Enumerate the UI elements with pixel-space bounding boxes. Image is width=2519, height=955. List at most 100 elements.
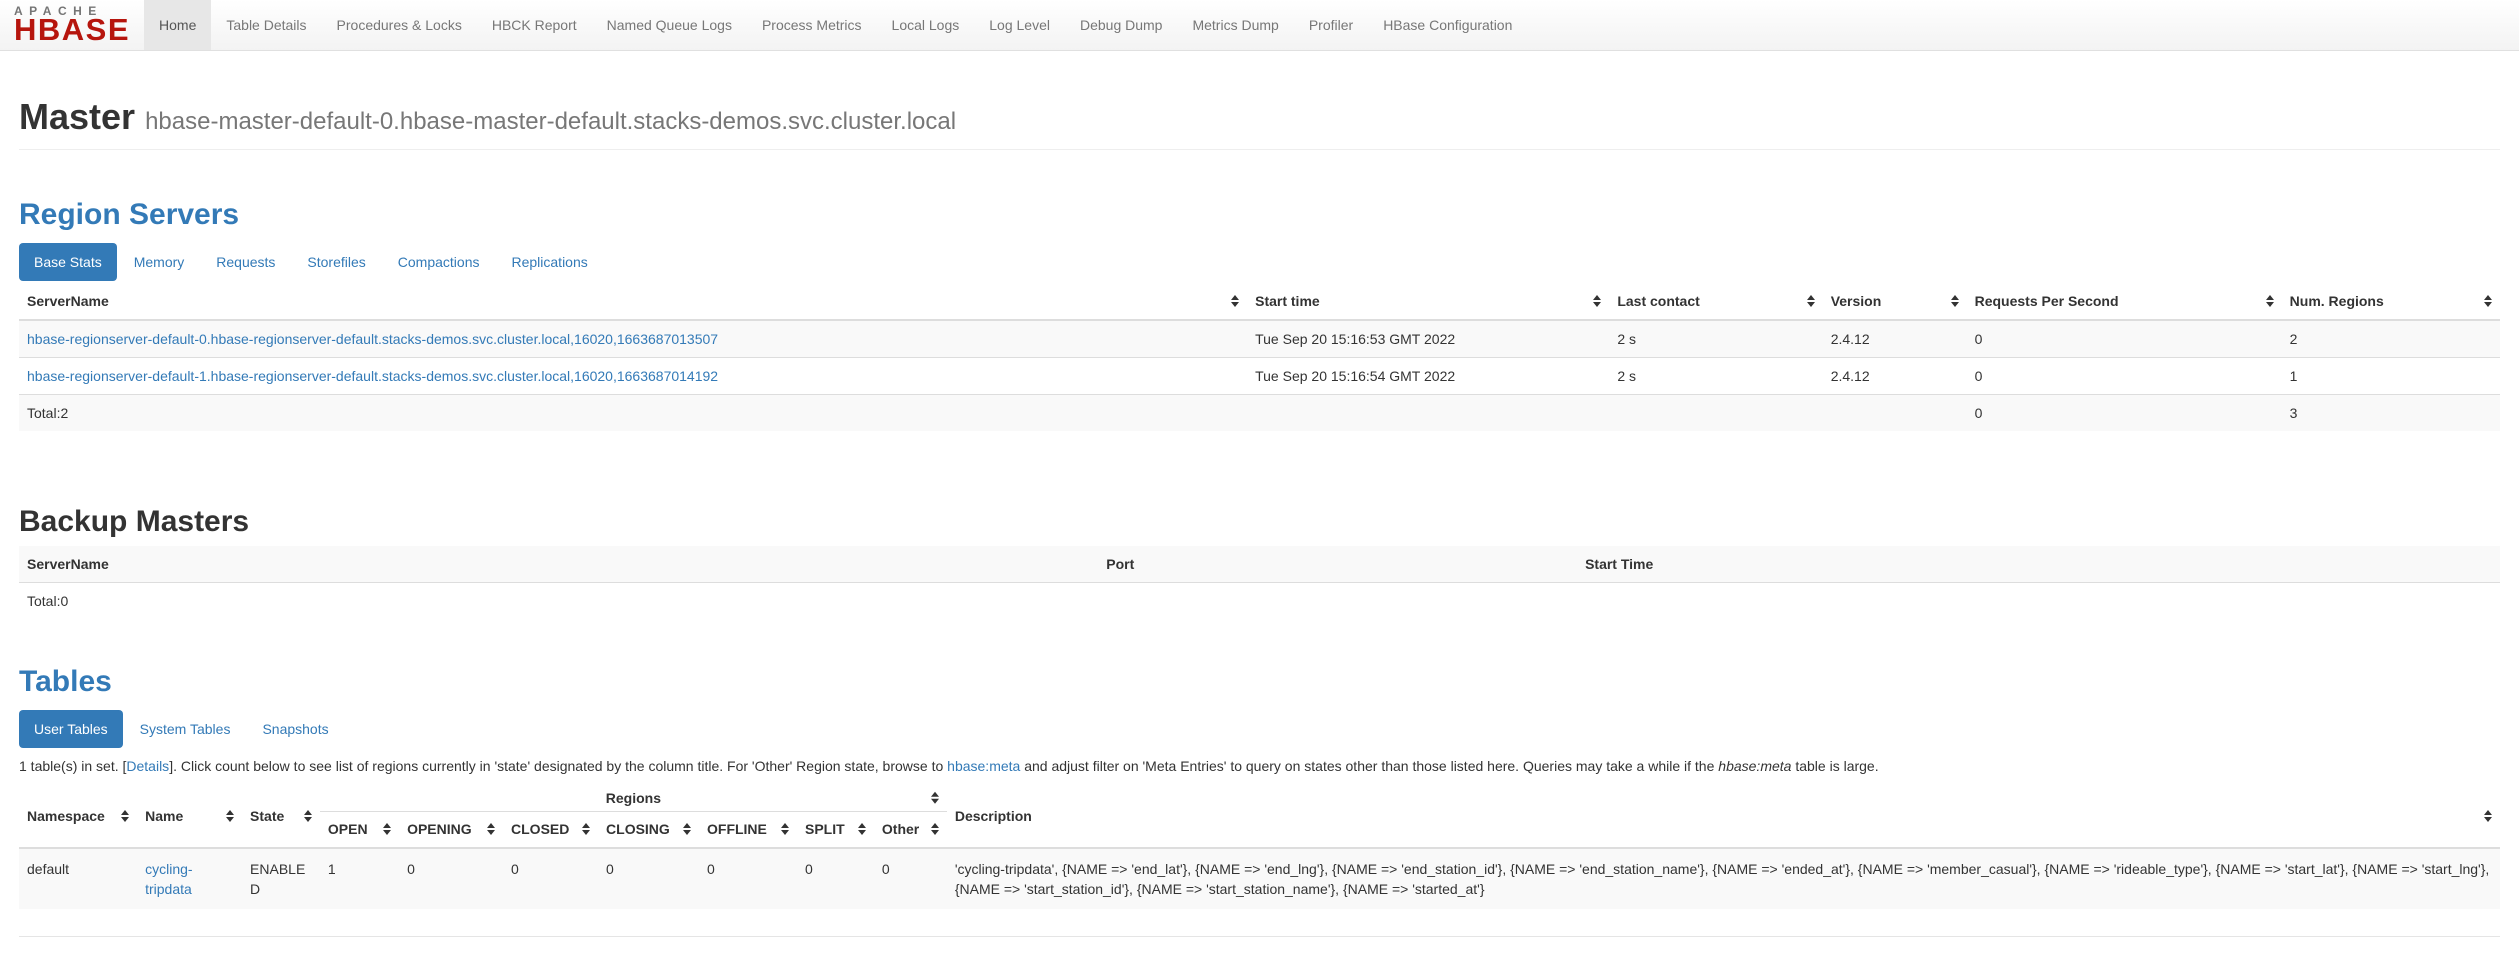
sort-icon[interactable] xyxy=(121,810,129,822)
region-count-split[interactable]: 0 xyxy=(805,861,813,877)
sort-icon[interactable] xyxy=(781,823,789,835)
tab-memory-link[interactable]: Memory xyxy=(119,243,200,281)
tab-base-stats[interactable]: Base Stats xyxy=(19,243,117,281)
nav-link-named-queue-logs[interactable]: Named Queue Logs xyxy=(592,0,747,50)
region-count-closing[interactable]: 0 xyxy=(606,861,614,877)
tab-snapshots-link[interactable]: Snapshots xyxy=(247,710,343,748)
nav-item-process-metrics[interactable]: Process Metrics xyxy=(747,0,877,50)
nav-link-process-metrics[interactable]: Process Metrics xyxy=(747,0,877,50)
col-regions-group[interactable]: Regions xyxy=(320,786,947,812)
nav-item-named-queue-logs[interactable]: Named Queue Logs xyxy=(592,0,747,50)
nav-item-home[interactable]: Home xyxy=(144,0,211,50)
sort-icon[interactable] xyxy=(2266,295,2274,307)
sort-icon[interactable] xyxy=(858,823,866,835)
col-closed[interactable]: CLOSED xyxy=(503,811,598,848)
sort-icon[interactable] xyxy=(2484,295,2492,307)
region-count-offline[interactable]: 0 xyxy=(707,861,715,877)
nav-item-profiler[interactable]: Profiler xyxy=(1294,0,1368,50)
nav-link-table-details[interactable]: Table Details xyxy=(211,0,321,50)
sort-icon[interactable] xyxy=(931,823,939,835)
col-start-time[interactable]: Start time xyxy=(1247,283,1609,320)
total-label: Total:0 xyxy=(19,582,1098,619)
nav-link-log-level[interactable]: Log Level xyxy=(974,0,1065,50)
sort-icon[interactable] xyxy=(931,792,939,804)
col-version[interactable]: Version xyxy=(1823,283,1967,320)
tab-requests-link[interactable]: Requests xyxy=(201,243,290,281)
tab-storefiles-link[interactable]: Storefiles xyxy=(292,243,380,281)
col-opening[interactable]: OPENING xyxy=(399,811,503,848)
nav-item-hbck-report[interactable]: HBCK Report xyxy=(477,0,592,50)
regionserver-link[interactable]: hbase-regionserver-default-0.hbase-regio… xyxy=(27,331,718,347)
tab-replications-link[interactable]: Replications xyxy=(496,243,602,281)
nav-link-hbck-report[interactable]: HBCK Report xyxy=(477,0,592,50)
nav-link-procedures-locks[interactable]: Procedures & Locks xyxy=(322,0,477,50)
col-name[interactable]: Name xyxy=(137,786,242,848)
col-other[interactable]: Other xyxy=(874,811,947,848)
col-closing[interactable]: CLOSING xyxy=(598,811,699,848)
tab-memory[interactable]: Memory xyxy=(119,243,200,281)
sort-icon[interactable] xyxy=(2484,810,2492,822)
nav-item-table-details[interactable]: Table Details xyxy=(211,0,321,50)
region-count-opening[interactable]: 0 xyxy=(407,861,415,877)
sort-icon[interactable] xyxy=(304,810,312,822)
sort-icon[interactable] xyxy=(226,810,234,822)
col-description[interactable]: Description xyxy=(947,786,2500,848)
col-offline[interactable]: OFFLINE xyxy=(699,811,797,848)
col-split[interactable]: SPLIT xyxy=(797,811,874,848)
tab-user-tables-link[interactable]: User Tables xyxy=(19,710,123,748)
nav-item-local-logs[interactable]: Local Logs xyxy=(877,0,975,50)
sort-icon[interactable] xyxy=(1951,295,1959,307)
col-num-regions[interactable]: Num. Regions xyxy=(2282,283,2500,320)
tab-compactions-link[interactable]: Compactions xyxy=(383,243,495,281)
tab-base-stats-link[interactable]: Base Stats xyxy=(19,243,117,281)
sort-icon[interactable] xyxy=(383,823,391,835)
sort-icon[interactable] xyxy=(683,823,691,835)
tab-system-tables[interactable]: System Tables xyxy=(125,710,246,748)
col-open[interactable]: OPEN xyxy=(320,811,399,848)
region-count-closed[interactable]: 0 xyxy=(511,861,519,877)
hbase-meta-link[interactable]: hbase:meta xyxy=(947,758,1020,774)
total-label: Total:2 xyxy=(19,394,1247,431)
cell-requests-per-second: 0 xyxy=(1967,320,2282,358)
nav-link-metrics-dump[interactable]: Metrics Dump xyxy=(1177,0,1293,50)
regionserver-link[interactable]: hbase-regionserver-default-1.hbase-regio… xyxy=(27,368,718,384)
nav-link-hbase-configuration[interactable]: HBase Configuration xyxy=(1368,0,1527,50)
sort-icon[interactable] xyxy=(1593,295,1601,307)
col-last-contact[interactable]: Last contact xyxy=(1609,283,1822,320)
region-count-open[interactable]: 1 xyxy=(328,861,336,877)
total-num-regions: 3 xyxy=(2282,394,2500,431)
tab-replications[interactable]: Replications xyxy=(496,243,602,281)
region-count-other[interactable]: 0 xyxy=(882,861,890,877)
nav-link-home[interactable]: Home xyxy=(144,0,211,50)
sort-icon[interactable] xyxy=(1231,295,1239,307)
tab-storefiles[interactable]: Storefiles xyxy=(292,243,380,281)
nav-item-debug-dump[interactable]: Debug Dump xyxy=(1065,0,1178,50)
cell-last-contact: 2 s xyxy=(1609,320,1822,358)
nav-item-log-level[interactable]: Log Level xyxy=(974,0,1065,50)
col-namespace[interactable]: Namespace xyxy=(19,786,137,848)
cell-requests-per-second: 0 xyxy=(1967,357,2282,394)
sort-icon[interactable] xyxy=(582,823,590,835)
col-requests-per-second[interactable]: Requests Per Second xyxy=(1967,283,2282,320)
sort-icon[interactable] xyxy=(487,823,495,835)
tab-system-tables-link[interactable]: System Tables xyxy=(125,710,246,748)
table-name-link[interactable]: cycling-tripdata xyxy=(145,861,192,897)
nav-link-profiler[interactable]: Profiler xyxy=(1294,0,1368,50)
nav-item-metrics-dump[interactable]: Metrics Dump xyxy=(1177,0,1293,50)
nav-link-debug-dump[interactable]: Debug Dump xyxy=(1065,0,1178,50)
hbase-logo[interactable]: APACHE HBASE xyxy=(0,0,144,50)
nav-item-hbase-configuration[interactable]: HBase Configuration xyxy=(1368,0,1527,50)
tab-compactions[interactable]: Compactions xyxy=(383,243,495,281)
tab-snapshots[interactable]: Snapshots xyxy=(247,710,343,748)
details-link[interactable]: Details xyxy=(126,758,169,774)
table-row: hbase-regionserver-default-0.hbase-regio… xyxy=(19,320,2500,358)
sort-icon[interactable] xyxy=(1807,295,1815,307)
tab-requests[interactable]: Requests xyxy=(201,243,290,281)
col-state[interactable]: State xyxy=(242,786,320,848)
nav-link-local-logs[interactable]: Local Logs xyxy=(877,0,975,50)
tab-user-tables[interactable]: User Tables xyxy=(19,710,123,748)
nav-item-procedures-locks[interactable]: Procedures & Locks xyxy=(322,0,477,50)
col-servername[interactable]: ServerName xyxy=(19,283,1247,320)
region-servers-section: Region Servers Base Stats Memory Request… xyxy=(19,198,2500,431)
col-namespace-label: Namespace xyxy=(27,806,105,826)
